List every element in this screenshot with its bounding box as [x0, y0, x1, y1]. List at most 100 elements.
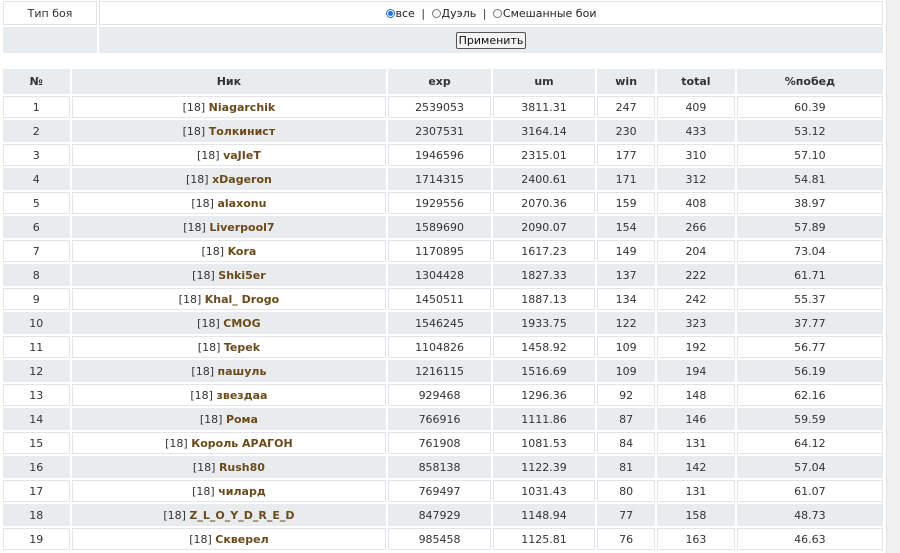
cell-total: 158: [657, 504, 735, 526]
player-nick-link[interactable]: alaxonu: [217, 197, 266, 210]
player-nick-link[interactable]: чилард: [218, 485, 266, 498]
cell-win: 109: [597, 336, 656, 358]
table-row: 19 [18] Скверел 985458 1125.81 76 163 46.63: [3, 528, 883, 550]
cell-number: 10: [3, 312, 70, 334]
cell-total: 312: [657, 168, 735, 190]
header-win-percent[interactable]: %побед: [736, 69, 883, 94]
cell-total: 266: [657, 216, 735, 238]
cell-win: 87: [597, 408, 656, 430]
cell-number: 16: [3, 456, 70, 478]
cell-nick: [18] звездаа: [71, 384, 387, 406]
player-nick-link[interactable]: Khal_ Drogo: [205, 293, 279, 306]
apply-button[interactable]: Применить: [455, 31, 527, 49]
cell-number: 12: [3, 360, 70, 382]
cell-win-percent: 61.71: [736, 264, 883, 286]
player-nick-link[interactable]: Король АРАГОН: [191, 437, 292, 450]
cell-total: 323: [657, 312, 735, 334]
radio-option-duel[interactable]: Дуэль: [431, 7, 480, 20]
cell-nick: [18] vaJIeT: [71, 144, 387, 166]
cell-win-percent: 57.10: [736, 144, 883, 166]
table-row: 4 [18] xDageron 1714315 2400.61 171 312 54.81: [3, 168, 883, 190]
filter-empty-cell: [3, 27, 97, 53]
player-nick-link[interactable]: CMOG: [223, 317, 260, 330]
cell-exp: 1946596: [388, 144, 491, 166]
player-level: [18]: [183, 220, 206, 234]
cell-total: 242: [657, 288, 735, 310]
cell-win: 81: [597, 456, 656, 478]
cell-um: 2070.36: [492, 192, 596, 214]
cell-um: 1111.86: [492, 408, 596, 430]
player-nick-link[interactable]: Liverpool7: [209, 221, 274, 234]
table-row: 9 [18] Khal_ Drogo 1450511 1887.13 134 242 55.…: [3, 288, 883, 310]
cell-exp: 2307531: [388, 120, 491, 142]
player-nick-link[interactable]: Скверел: [215, 533, 268, 546]
rating-table: № Ник exp um win total %побед 1 [18] Niag…: [1, 67, 885, 552]
player-nick-link[interactable]: xDageron: [212, 173, 272, 186]
cell-number: 1: [3, 96, 70, 118]
vertical-scrollbar[interactable]: [886, 0, 900, 553]
player-level: [18]: [178, 292, 202, 306]
radio-option-all[interactable]: все: [385, 7, 419, 20]
radio-icon[interactable]: [492, 8, 502, 18]
cell-win-percent: 57.04: [736, 456, 883, 478]
cell-nick: [18] Скверел: [71, 528, 387, 550]
cell-total: 433: [657, 120, 735, 142]
cell-um: 1122.39: [492, 456, 596, 478]
battle-type-filter: Тип боя все | Дуэль | Смешанные бои Прим…: [1, 0, 885, 55]
cell-win: 137: [597, 264, 656, 286]
header-total[interactable]: total: [657, 69, 735, 94]
player-nick-link[interactable]: звездаа: [216, 389, 267, 402]
cell-total: 408: [657, 192, 735, 214]
cell-win-percent: 53.12: [736, 120, 883, 142]
header-number[interactable]: №: [3, 69, 70, 94]
header-nick[interactable]: Ник: [71, 69, 387, 94]
cell-exp: 1170895: [388, 240, 491, 262]
radio-selected-icon[interactable]: [385, 8, 395, 18]
cell-um: 1887.13: [492, 288, 596, 310]
header-um[interactable]: um: [492, 69, 596, 94]
cell-win: 84: [597, 432, 656, 454]
player-nick-link[interactable]: Tepek: [224, 341, 260, 354]
radio-icon[interactable]: [431, 8, 441, 18]
radio-option-mixed[interactable]: Смешанные бои: [492, 7, 596, 20]
cell-total: 131: [657, 480, 735, 502]
cell-um: 3164.14: [492, 120, 596, 142]
table-row: 6 [18] Liverpool7 1589690 2090.07 154 266 57.8…: [3, 216, 883, 238]
table-row: 11 [18] Tepek 1104826 1458.92 109 192 56.77: [3, 336, 883, 358]
player-nick-link[interactable]: Shki5er: [218, 269, 265, 282]
player-nick-link[interactable]: vaJIeT: [223, 149, 261, 162]
cell-nick: [18] чилард: [71, 480, 387, 502]
cell-win-percent: 56.19: [736, 360, 883, 382]
table-row: 18 [18] Z_L_O_Y_D_R_E_D 847929 1148.94 77 158…: [3, 504, 883, 526]
cell-win-percent: 61.07: [736, 480, 883, 502]
cell-exp: 847929: [388, 504, 491, 526]
cell-nick: [18] CMOG: [71, 312, 387, 334]
player-nick-link[interactable]: Niagarchik: [209, 101, 276, 114]
cell-total: 194: [657, 360, 735, 382]
player-nick-link[interactable]: Kora: [228, 245, 257, 258]
cell-nick: [18] Z_L_O_Y_D_R_E_D: [71, 504, 387, 526]
cell-win: 171: [597, 168, 656, 190]
cell-exp: 766916: [388, 408, 491, 430]
cell-number: 11: [3, 336, 70, 358]
player-nick-link[interactable]: Rush80: [219, 461, 265, 474]
table-header-row: № Ник exp um win total %побед: [3, 69, 883, 94]
cell-win: 80: [597, 480, 656, 502]
header-win[interactable]: win: [597, 69, 656, 94]
cell-number: 2: [3, 120, 70, 142]
cell-nick: [18] пашуль: [71, 360, 387, 382]
separator: |: [421, 6, 426, 20]
player-level: [18]: [192, 460, 216, 474]
cell-um: 1458.92: [492, 336, 596, 358]
cell-win-percent: 57.89: [736, 216, 883, 238]
player-nick-link[interactable]: пашуль: [218, 365, 267, 378]
header-exp[interactable]: exp: [388, 69, 491, 94]
cell-total: 204: [657, 240, 735, 262]
cell-win: 76: [597, 528, 656, 550]
cell-win-percent: 59.59: [736, 408, 883, 430]
cell-win: 230: [597, 120, 656, 142]
player-nick-link[interactable]: Рома: [226, 413, 258, 426]
player-nick-link[interactable]: Z_L_O_Y_D_R_E_D: [189, 509, 294, 522]
cell-number: 19: [3, 528, 70, 550]
player-nick-link[interactable]: Толкинист: [209, 125, 276, 138]
